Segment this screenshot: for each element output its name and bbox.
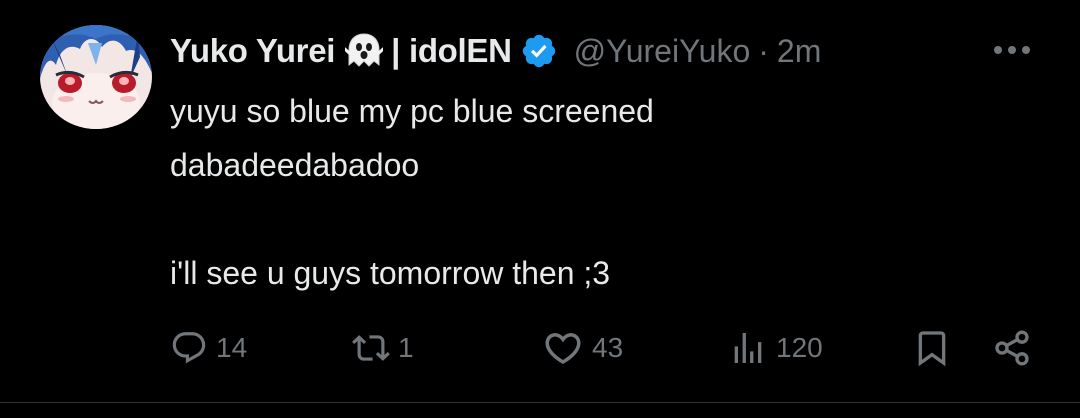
- tweet-text-blank-line: [170, 192, 1020, 246]
- author-avatar[interactable]: [40, 25, 152, 129]
- share-icon: [992, 328, 1032, 368]
- tweet-divider: [0, 402, 1080, 403]
- bookmark-button[interactable]: [912, 320, 952, 376]
- tweet[interactable]: Yuko Yurei | idolEN @YureiYuko · 2m yuyu…: [0, 0, 1080, 403]
- tweet-header: Yuko Yurei | idolEN @YureiYuko · 2m: [170, 28, 821, 74]
- like-button[interactable]: 43: [542, 320, 623, 376]
- tweet-text: yuyu so blue my pc blue screened dabadee…: [170, 84, 1020, 300]
- author-display-name[interactable]: Yuko Yurei: [170, 32, 335, 70]
- heart-icon: [542, 327, 584, 369]
- repost-count: 1: [398, 332, 414, 363]
- tweet-text-line: yuyu so blue my pc blue screened: [170, 93, 654, 129]
- reply-count: 14: [216, 332, 248, 363]
- bookmark-icon: [912, 328, 952, 368]
- share-button[interactable]: [992, 320, 1032, 376]
- verified-badge-icon[interactable]: [520, 32, 558, 70]
- author-name-suffix[interactable]: | idolEN: [391, 32, 512, 70]
- tweet-action-bar: 14 1 43 120: [0, 320, 1080, 376]
- views-button[interactable]: 120: [728, 320, 823, 376]
- views-count: 120: [776, 332, 823, 363]
- repost-button[interactable]: 1: [352, 320, 414, 376]
- tweet-timestamp[interactable]: 2m: [777, 33, 821, 70]
- repost-icon: [352, 329, 390, 367]
- reply-button[interactable]: 14: [170, 320, 247, 376]
- anime-avatar-icon: [40, 25, 152, 129]
- tweet-text-line: i'll see u guys tomorrow then ;3: [170, 255, 611, 291]
- ghost-icon: [343, 31, 385, 71]
- author-handle[interactable]: @YureiYuko: [574, 33, 751, 70]
- reply-icon: [170, 329, 208, 367]
- separator-dot: ·: [758, 32, 769, 69]
- views-icon: [728, 328, 768, 368]
- like-count: 43: [592, 332, 624, 363]
- more-horizontal-icon[interactable]: [988, 30, 1036, 70]
- tweet-text-line: dabadeedabadoo: [170, 147, 420, 183]
